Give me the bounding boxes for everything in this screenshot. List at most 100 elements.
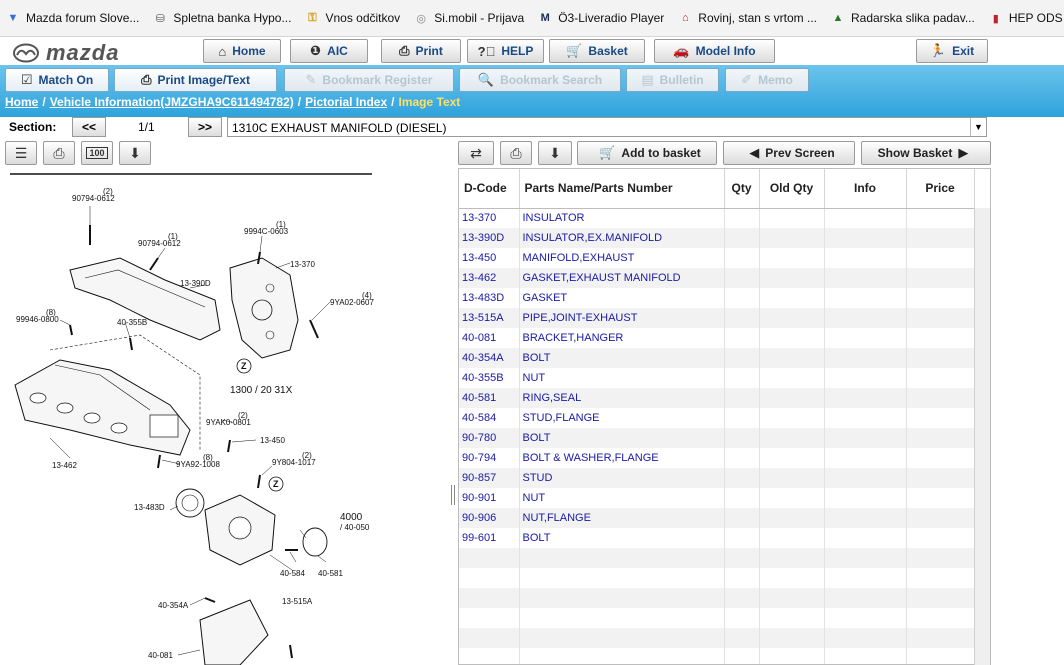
d-code-cell[interactable]: 90-901: [459, 488, 520, 508]
diagram-label[interactable]: 4000: [340, 512, 363, 523]
d-code-cell[interactable]: 13-515A: [459, 308, 520, 328]
diagram-label[interactable]: / 40-050: [340, 523, 370, 532]
diagram-label[interactable]: 9YA92-1008: [176, 460, 220, 469]
aic-button[interactable]: ❶ AIC: [290, 39, 368, 63]
part-name-cell[interactable]: INSULATOR,EX.MANIFOLD: [519, 228, 725, 248]
print-diagram-button[interactable]: ⎙: [43, 141, 75, 165]
d-code-cell[interactable]: 13-370: [459, 208, 520, 228]
column-header-info[interactable]: Info: [824, 169, 907, 209]
table-row[interactable]: 40-581 RING,SEAL: [459, 388, 975, 408]
zoom-100-button[interactable]: 100: [81, 141, 113, 165]
column-header-price[interactable]: Price: [906, 169, 975, 209]
bookmark-item[interactable]: M Ö3-Liveradio Player: [538, 11, 665, 25]
part-name-cell[interactable]: INSULATOR: [519, 208, 725, 228]
part-name-cell[interactable]: BOLT: [519, 348, 725, 368]
diagram-label[interactable]: 40-081: [148, 651, 173, 660]
diagram-label[interactable]: 13-462: [52, 461, 77, 470]
part-name-cell[interactable]: RING,SEAL: [519, 388, 725, 408]
home-button[interactable]: ⌂ Home: [203, 39, 281, 63]
bulletin-button[interactable]: ▤ Bulletin: [626, 68, 719, 92]
table-row[interactable]: 40-081 BRACKET,HANGER: [459, 328, 975, 348]
d-code-cell[interactable]: 99-601: [459, 528, 520, 548]
d-code-cell[interactable]: 90-906: [459, 508, 520, 528]
fit-diagram-button[interactable]: ⬇: [119, 141, 151, 165]
print-image-text-button[interactable]: ⎙ Print Image/Text: [114, 68, 277, 92]
column-header-qty[interactable]: Qty: [724, 169, 760, 209]
match-on-button[interactable]: ☑ Match On: [5, 68, 109, 92]
next-section-button[interactable]: >>: [188, 117, 222, 137]
parts-table-scrollbar[interactable]: [974, 208, 990, 665]
diagram-label[interactable]: 9YA02-0607: [330, 298, 374, 307]
part-name-cell[interactable]: STUD: [519, 468, 725, 488]
export-list-button[interactable]: ⬇: [538, 141, 572, 165]
d-code-cell[interactable]: 40-581: [459, 388, 520, 408]
breadcrumb-home[interactable]: Home: [5, 95, 38, 109]
bookmark-item[interactable]: ▲ Radarska slika padav...: [831, 11, 975, 25]
table-row[interactable]: 90-906 NUT,FLANGE: [459, 508, 975, 528]
section-select[interactable]: 1310C EXHAUST MANIFOLD (DIESEL) ▼: [227, 117, 987, 137]
panel-splitter[interactable]: [451, 485, 455, 505]
diagram-label[interactable]: 13-450: [260, 436, 285, 445]
part-name-cell[interactable]: BOLT: [519, 528, 725, 548]
diagram-label[interactable]: 40-354A: [158, 601, 189, 610]
bookmark-search-button[interactable]: 🔍 Bookmark Search: [459, 68, 621, 92]
diagram-label[interactable]: 90794-0612: [138, 239, 181, 248]
bookmark-item[interactable]: ◎ Si.mobil - Prijava: [414, 11, 524, 25]
basket-button[interactable]: 🛒 Basket: [549, 39, 645, 63]
table-row[interactable]: 40-354A BOLT: [459, 348, 975, 368]
bookmark-item[interactable]: ▮ HEP ODS: [989, 11, 1063, 25]
table-row[interactable]: 13-515A PIPE,JOINT-EXHAUST: [459, 308, 975, 328]
d-code-cell[interactable]: 40-584: [459, 408, 520, 428]
part-name-cell[interactable]: NUT: [519, 368, 725, 388]
d-code-cell[interactable]: 40-355B: [459, 368, 520, 388]
table-row[interactable]: 13-370 INSULATOR: [459, 208, 975, 228]
diagram-label[interactable]: 13-390D: [180, 279, 211, 288]
d-code-cell[interactable]: 13-483D: [459, 288, 520, 308]
d-code-cell[interactable]: 13-450: [459, 248, 520, 268]
table-row[interactable]: 90-901 NUT: [459, 488, 975, 508]
column-header-old-qty[interactable]: Old Qty: [759, 169, 825, 209]
diagram-label[interactable]: 13-370: [290, 260, 315, 269]
table-row[interactable]: 40-584 STUD,FLANGE: [459, 408, 975, 428]
show-basket-button[interactable]: Show Basket ▶: [861, 141, 991, 165]
add-to-basket-button[interactable]: 🛒 Add to basket: [577, 141, 717, 165]
d-code-cell[interactable]: 13-390D: [459, 228, 520, 248]
part-name-cell[interactable]: PIPE,JOINT-EXHAUST: [519, 308, 725, 328]
d-code-cell[interactable]: 90-857: [459, 468, 520, 488]
table-row[interactable]: 40-355B NUT: [459, 368, 975, 388]
help-button[interactable]: ?⃝ HELP: [467, 39, 544, 63]
part-name-cell[interactable]: BRACKET,HANGER: [519, 328, 725, 348]
bookmark-item[interactable]: ⛁ Spletna banka Hypo...: [153, 11, 292, 25]
part-name-cell[interactable]: BOLT & WASHER,FLANGE: [519, 448, 725, 468]
bookmark-item[interactable]: ⌂ Rovinj, stan s vrtom ...: [678, 11, 817, 25]
bookmark-register-button[interactable]: ✎ Bookmark Register: [284, 68, 454, 92]
exploded-parts-diagram[interactable]: (2) 90794-0612 (1) 90794-0612 (1) 9994C-…: [0, 170, 450, 665]
diagram-label[interactable]: 90794-0612: [72, 194, 115, 203]
model-info-button[interactable]: 🚗 Model Info: [654, 39, 775, 63]
table-row[interactable]: 13-483D GASKET: [459, 288, 975, 308]
d-code-cell[interactable]: 90-780: [459, 428, 520, 448]
image-text-view-button[interactable]: ☰: [5, 141, 37, 165]
diagram-label[interactable]: 13-515A: [282, 597, 313, 606]
diagram-label[interactable]: 9Y804-1017: [272, 458, 316, 467]
d-code-cell[interactable]: 90-794: [459, 448, 520, 468]
part-name-cell[interactable]: GASKET: [519, 288, 725, 308]
table-row[interactable]: 90-780 BOLT: [459, 428, 975, 448]
prev-screen-button[interactable]: ◀ Prev Screen: [723, 141, 855, 165]
table-row[interactable]: 13-462 GASKET,EXHAUST MANIFOLD: [459, 268, 975, 288]
part-name-cell[interactable]: NUT: [519, 488, 725, 508]
column-header-parts-name[interactable]: Parts Name/Parts Number: [519, 169, 725, 209]
part-name-cell[interactable]: BOLT: [519, 428, 725, 448]
prev-section-button[interactable]: <<: [72, 117, 106, 137]
diagram-label[interactable]: 99946-0800: [16, 315, 59, 324]
diagram-label[interactable]: 1300 / 20 31X: [230, 385, 293, 396]
column-header-d-code[interactable]: D-Code: [459, 169, 520, 209]
table-row[interactable]: 13-450 MANIFOLD,EXHAUST: [459, 248, 975, 268]
diagram-label[interactable]: 9YAK0-0801: [206, 418, 251, 427]
d-code-cell[interactable]: 40-354A: [459, 348, 520, 368]
memo-button[interactable]: ✐ Memo: [725, 68, 809, 92]
bookmark-item[interactable]: ▼ Mazda forum Slove...: [6, 11, 140, 25]
mazda-logo[interactable]: mazda: [12, 40, 119, 66]
diagram-label[interactable]: Z: [273, 479, 279, 489]
diagram-label[interactable]: 9994C-0603: [244, 227, 289, 236]
